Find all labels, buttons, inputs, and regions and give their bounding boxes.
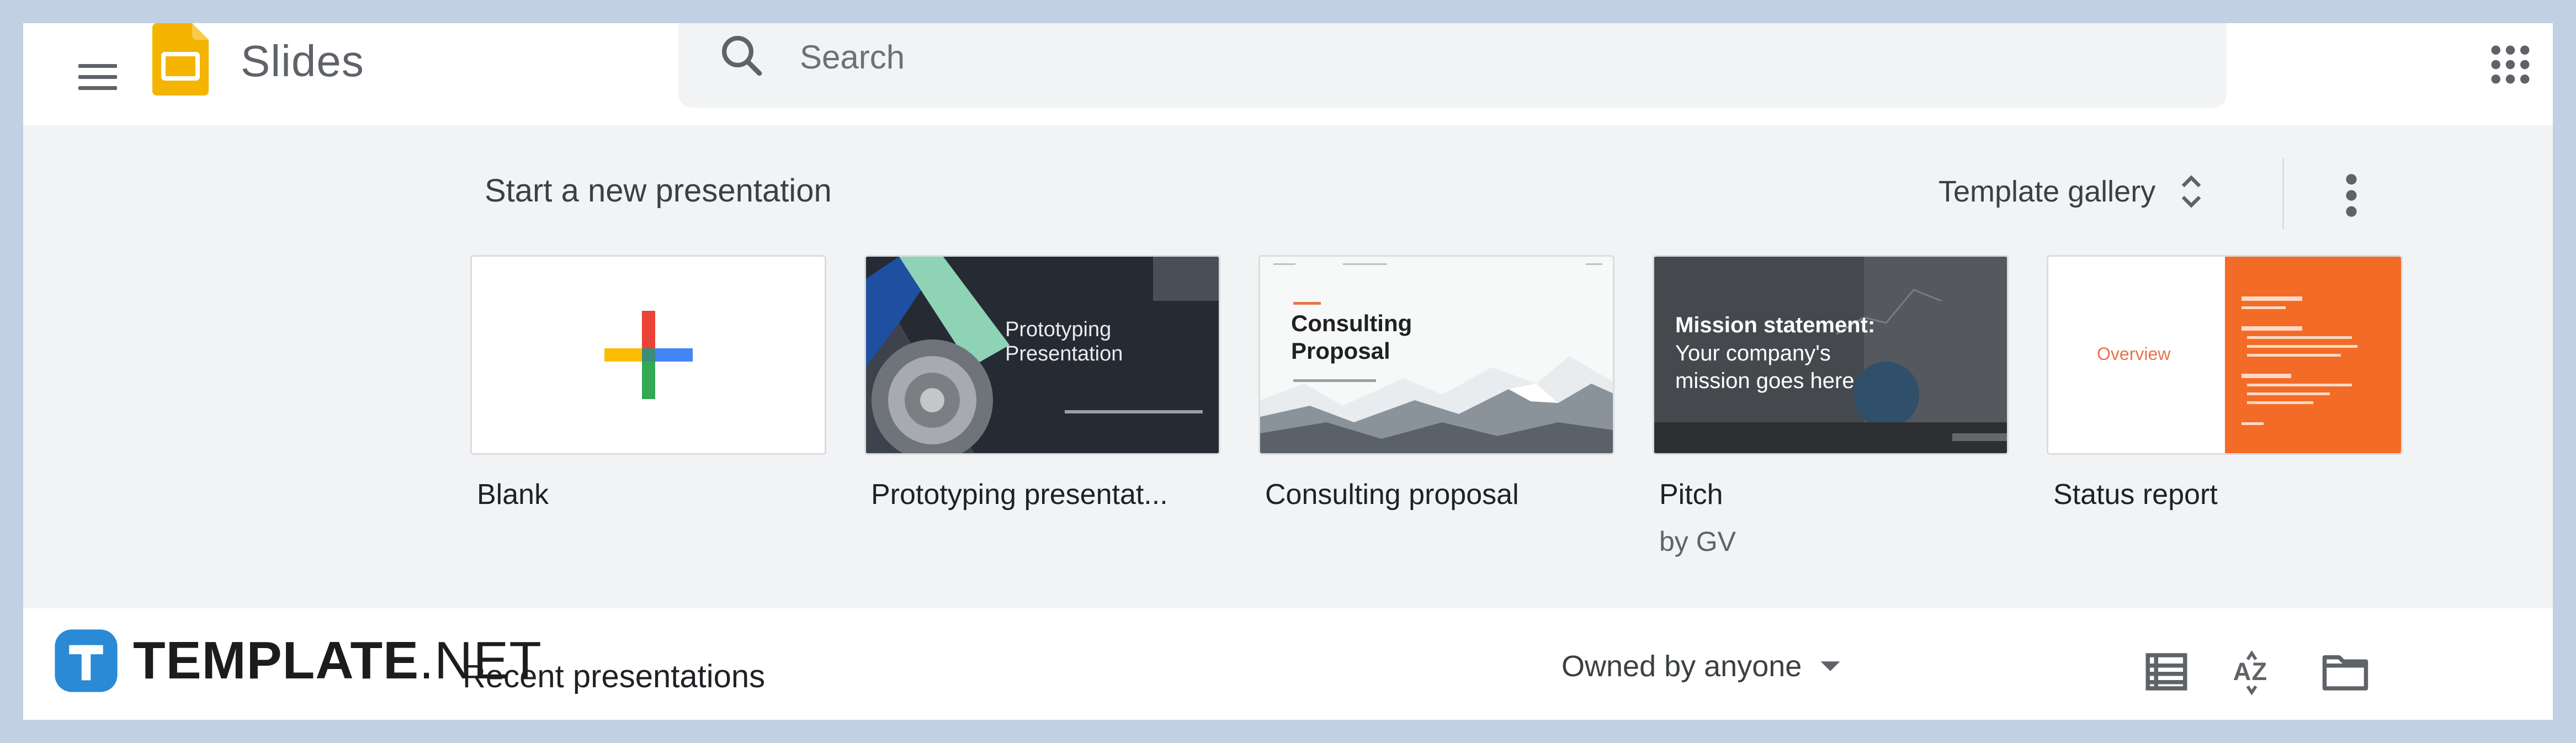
template-thumbnail[interactable]: Prototyping Presentation: [864, 255, 1220, 455]
main-menu-button[interactable]: [54, 43, 117, 104]
unfold-icon: [2181, 175, 2201, 208]
hamburger-menu-icon-line: [78, 86, 117, 90]
watermark-text: TEMPLATE.NET: [133, 630, 542, 691]
watermark-suffix: .NET: [419, 630, 542, 690]
template-blank[interactable]: Blank: [470, 255, 826, 511]
template-thumbnail[interactable]: [470, 255, 826, 455]
template-thumbnail[interactable]: Consulting Proposal: [1258, 255, 1614, 455]
template-thumbnail[interactable]: Overview: [2047, 255, 2403, 455]
template-label: Blank: [477, 479, 549, 511]
owner-filter-label: Owned by anyone: [1561, 650, 1802, 683]
thumb-title: Overview: [2097, 344, 2171, 364]
template-logo-icon: [55, 629, 118, 692]
section-title: Start a new presentation: [485, 173, 832, 209]
template-label: Prototyping presentat...: [871, 479, 1168, 511]
template-prototyping[interactable]: Prototyping Presentation Prototyping pre…: [864, 255, 1220, 511]
hamburger-menu-icon: [78, 64, 117, 68]
search-input[interactable]: [800, 32, 2124, 82]
top-bar: Slides: [23, 23, 2553, 125]
watermark: TEMPLATE.NET: [54, 626, 542, 695]
template-label: Status report: [2053, 479, 2218, 511]
watermark-brand: TEMPLATE: [133, 630, 419, 690]
template-pitch[interactable]: Mission statement: Your company's missio…: [1653, 255, 2009, 558]
template-subtitle: by GV: [1659, 526, 1736, 557]
report-text-lines: [2242, 296, 2357, 425]
thumb-title: Mission statement:: [1675, 313, 1876, 337]
more-options-icon[interactable]: [2329, 168, 2373, 223]
template-gallery-label: Template gallery: [1938, 175, 2156, 208]
search-icon[interactable]: [717, 31, 767, 81]
sort-az-icon[interactable]: A Z: [2231, 647, 2281, 697]
template-thumbnail[interactable]: Mission statement: Your company's missio…: [1653, 255, 2009, 455]
thumb-title: Prototyping Presentation: [1005, 318, 1123, 365]
apps-grid-icon[interactable]: [2485, 40, 2535, 89]
folder-icon[interactable]: [2320, 647, 2370, 697]
template-status-report[interactable]: Overview Status report: [2047, 255, 2403, 511]
template-label: Consulting proposal: [1265, 479, 1519, 511]
owner-filter-dropdown[interactable]: Owned by anyone: [1561, 649, 1842, 683]
template-consulting[interactable]: Consulting Proposal Consulting proposal: [1258, 255, 1614, 511]
plus-icon: [604, 311, 693, 399]
hamburger-menu-icon-line: [78, 75, 117, 79]
slides-logo-icon[interactable]: [152, 23, 209, 95]
list-view-icon[interactable]: [2142, 647, 2191, 697]
template-label: Pitch: [1659, 479, 1723, 511]
svg-text:Z: Z: [2252, 657, 2267, 686]
thumb-title: Consulting Proposal: [1291, 310, 1412, 364]
divider: [2282, 158, 2284, 229]
caret-down-icon: [1820, 661, 1840, 671]
search-bar[interactable]: [678, 23, 2227, 108]
app-window: Slides Start a new presentation Template…: [23, 23, 2553, 720]
thumb-body: Your company's mission goes here: [1675, 341, 1855, 393]
app-title[interactable]: Slides: [241, 31, 364, 92]
template-gallery-button[interactable]: Template gallery: [1938, 164, 2205, 219]
svg-text:A: A: [2233, 657, 2251, 686]
